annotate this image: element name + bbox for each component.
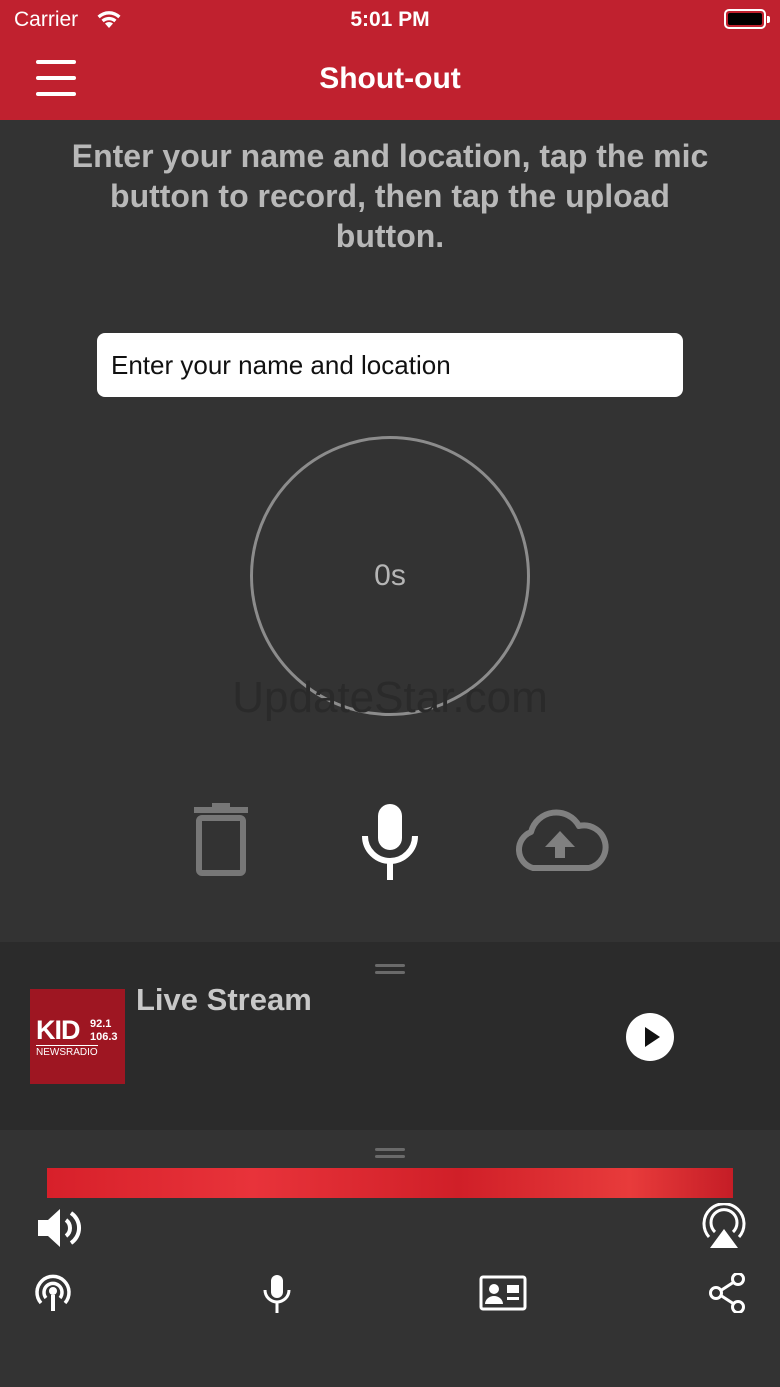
microphone-icon[interactable] bbox=[262, 1274, 292, 1314]
logo-freq-top: 92.1 bbox=[90, 1018, 112, 1030]
battery-icon bbox=[724, 9, 770, 29]
timer-label: 0s bbox=[374, 559, 406, 592]
status-time: 5:01 PM bbox=[350, 8, 430, 31]
podcast-icon[interactable] bbox=[33, 1273, 73, 1313]
stream-title: Live Stream bbox=[136, 982, 312, 1017]
status-bar: Carrier 5:01 PM bbox=[0, 0, 780, 40]
page-title: Shout-out bbox=[319, 62, 461, 95]
logo-tagline: NEWSRADIO bbox=[36, 1045, 98, 1058]
trash-icon[interactable] bbox=[192, 803, 250, 877]
drag-handle[interactable] bbox=[375, 964, 405, 974]
ad-banner[interactable] bbox=[47, 1168, 733, 1198]
play-button[interactable] bbox=[626, 1013, 674, 1061]
play-icon bbox=[645, 1027, 660, 1047]
bottom-panel bbox=[0, 1130, 780, 1387]
microphone-icon[interactable] bbox=[360, 804, 420, 880]
watermark: UpdateStar.com bbox=[232, 673, 548, 722]
airplay-icon[interactable] bbox=[700, 1203, 748, 1249]
share-icon[interactable] bbox=[708, 1273, 746, 1313]
now-playing-panel: KID 92.1 106.3 NEWSRADIO Live Stream bbox=[0, 942, 780, 1130]
logo-brand: KID bbox=[36, 1015, 80, 1045]
volume-icon[interactable] bbox=[36, 1206, 82, 1250]
nav-bar: Shout-out bbox=[0, 40, 780, 120]
cloud-upload-icon[interactable] bbox=[511, 806, 609, 872]
name-location-input[interactable] bbox=[97, 333, 683, 397]
contact-card-icon[interactable] bbox=[479, 1275, 527, 1311]
station-logo: KID 92.1 106.3 NEWSRADIO bbox=[30, 989, 125, 1084]
instructions-text: Enter your name and location, tap the mi… bbox=[71, 138, 709, 254]
drag-handle[interactable] bbox=[375, 1148, 405, 1158]
logo-freq-bottom: 106.3 bbox=[90, 1031, 118, 1043]
